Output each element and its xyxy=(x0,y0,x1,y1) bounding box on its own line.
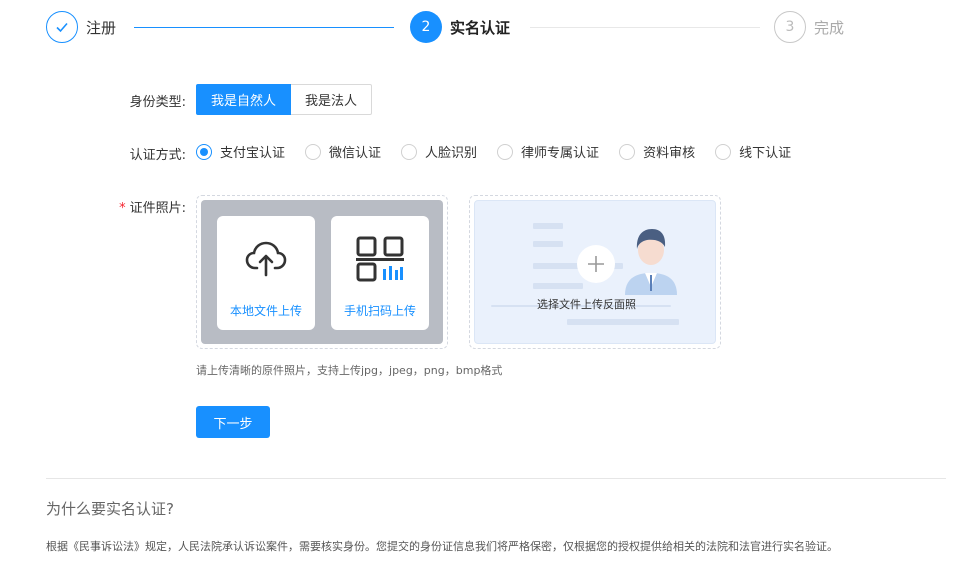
step-1-done-check-icon xyxy=(46,11,78,43)
radio-lawyer[interactable]: 律师专属认证 xyxy=(497,142,599,161)
local-upload-label: 本地文件上传 xyxy=(229,304,302,318)
local-upload-button[interactable]: 本地文件上传 xyxy=(217,216,315,330)
id-card-line xyxy=(533,283,583,289)
front-photo-placeholder: 本地文件上传 手机扫码上传 xyxy=(201,200,443,344)
id-card-line xyxy=(533,241,563,247)
radio-offline-label: 线下认证 xyxy=(739,146,792,161)
upload-hint: 请上传清晰的原件照片，支持上传jpg，jpeg，png，bmp格式 xyxy=(196,364,503,377)
step-3-label: 完成 xyxy=(814,19,845,37)
radio-offline[interactable]: 线下认证 xyxy=(715,142,791,161)
next-step-button[interactable]: 下一步 xyxy=(196,406,270,438)
radio-checked-icon[interactable] xyxy=(196,143,212,160)
radio-alipay-label: 支付宝认证 xyxy=(220,146,286,161)
step-3-number: 3 xyxy=(774,11,806,43)
radio-document-review[interactable]: 资料审核 xyxy=(619,142,695,161)
photo-label-row: * 证件照片: xyxy=(96,197,186,216)
step-1-label: 注册 xyxy=(86,19,117,37)
radio-unchecked-icon[interactable] xyxy=(401,143,418,160)
radio-wechat-label: 微信认证 xyxy=(329,146,382,161)
qr-code-icon xyxy=(356,234,404,284)
stepper: 注册 2 实名认证 3 完成 xyxy=(46,11,946,43)
radio-lawyer-label: 律师专属认证 xyxy=(521,146,600,161)
add-photo-icon[interactable] xyxy=(577,245,615,283)
radio-wechat[interactable]: 微信认证 xyxy=(305,142,381,161)
id-card-line xyxy=(567,319,679,325)
radio-unchecked-icon[interactable] xyxy=(305,143,322,160)
faq-title: 为什么要实名认证? xyxy=(46,500,174,518)
radio-document-review-label: 资料审核 xyxy=(643,146,696,161)
identity-type-toggle: 我是自然人 我是法人 xyxy=(196,84,373,115)
person-silhouette-icon xyxy=(625,229,677,295)
radio-face-label: 人脸识别 xyxy=(425,146,478,161)
radio-face[interactable]: 人脸识别 xyxy=(401,142,477,161)
id-card-line xyxy=(533,223,563,229)
step-connector-1 xyxy=(134,27,394,28)
required-mark: * xyxy=(119,201,126,216)
faq-description: 根据《民事诉讼法》规定，人民法院承认诉讼案件，需要核实身份。您提交的身份证信息我… xyxy=(46,540,838,553)
cloud-upload-icon xyxy=(245,234,287,284)
photo-label: 证件照片: xyxy=(129,201,186,216)
scan-upload-label: 手机扫码上传 xyxy=(343,304,416,318)
radio-unchecked-icon[interactable] xyxy=(619,143,636,160)
auth-method-label: 认证方式: xyxy=(129,148,186,163)
step-2-number: 2 xyxy=(410,11,442,43)
radio-unchecked-icon[interactable] xyxy=(715,143,732,160)
legal-person-button[interactable]: 我是法人 xyxy=(291,84,373,115)
id-card-back-placeholder: 选择文件上传反面照 xyxy=(474,200,716,344)
radio-unchecked-icon[interactable] xyxy=(497,143,514,160)
section-divider xyxy=(46,478,946,479)
radio-alipay[interactable]: 支付宝认证 xyxy=(196,142,285,161)
scan-upload-button[interactable]: 手机扫码上传 xyxy=(331,216,429,330)
natural-person-button[interactable]: 我是自然人 xyxy=(196,84,292,115)
front-photo-upload: 本地文件上传 手机扫码上传 xyxy=(196,195,448,349)
identity-type-label: 身份类型: xyxy=(129,95,186,110)
step-2-label: 实名认证 xyxy=(450,19,511,37)
auth-method-radio-group: 支付宝认证 微信认证 人脸识别 律师专属认证 资料审核 线下认证 xyxy=(196,142,811,161)
step-connector-2 xyxy=(530,27,760,28)
back-photo-upload[interactable]: 选择文件上传反面照 xyxy=(469,195,721,349)
back-upload-label: 选择文件上传反面照 xyxy=(537,298,636,311)
